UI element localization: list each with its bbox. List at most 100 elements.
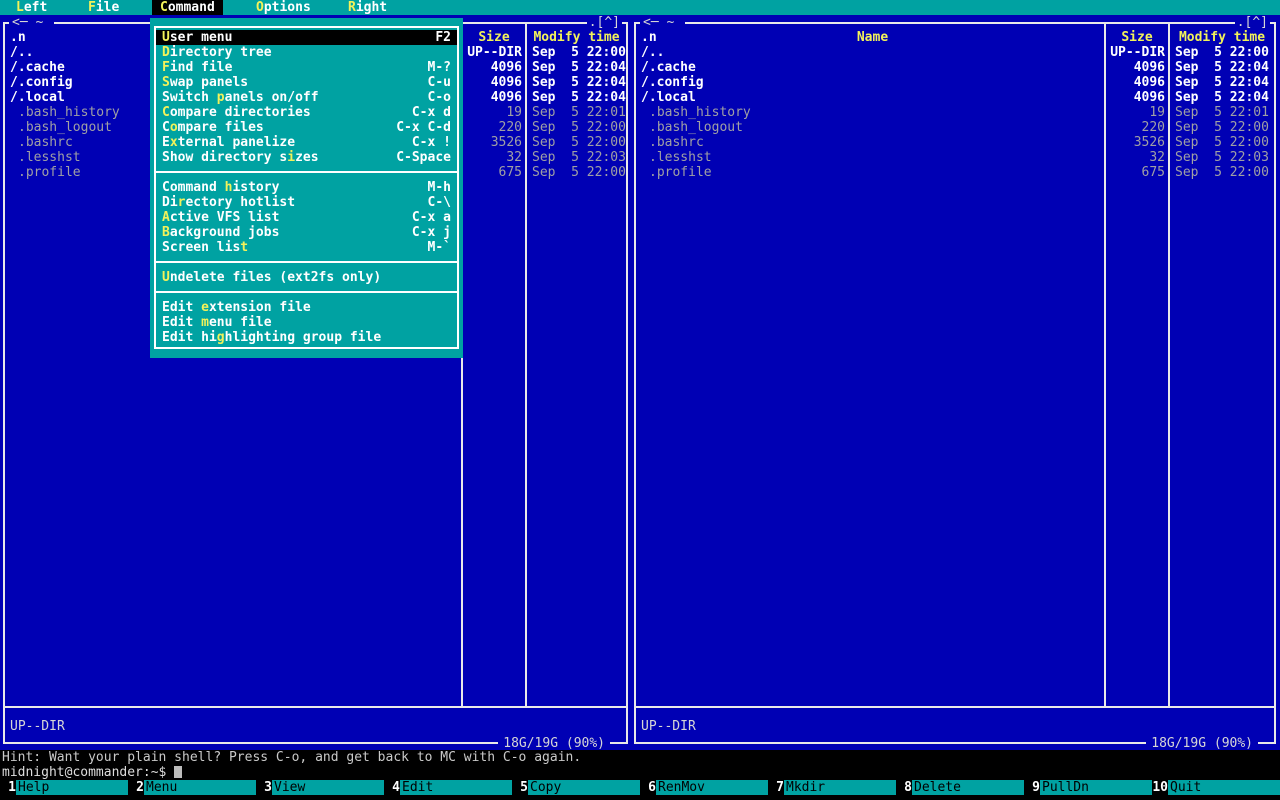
fkey-label: View xyxy=(272,780,384,795)
file-name: .bashrc xyxy=(649,135,704,150)
fkey-quit[interactable]: 10 Quit xyxy=(1152,780,1280,795)
menu-item-shortcut: C-x C-d xyxy=(396,120,451,135)
menu-bar: Left File Command Options Right xyxy=(0,0,1280,15)
hotkey-letter: m xyxy=(201,315,209,330)
file-size: 32 xyxy=(1149,150,1165,165)
shell-prompt-line[interactable]: midnight@commander:~$ xyxy=(2,765,183,780)
file-size: 675 xyxy=(1141,165,1165,180)
fkey-pulldn[interactable]: 9 PullDn xyxy=(1024,780,1152,795)
size-column-header[interactable]: Size xyxy=(1106,30,1168,45)
file-size: UP--DIR xyxy=(467,45,522,60)
hotkey-letter: F xyxy=(88,0,96,15)
menu-item-user-menu[interactable]: User menu F2 xyxy=(156,30,457,45)
fkey-number: 7 xyxy=(776,780,784,795)
menu-item-shortcut: M-? xyxy=(427,60,451,75)
fkey-number: 10 xyxy=(1152,780,1168,795)
menu-item-edit-highlighting-group-file[interactable]: Edit highlighting group file xyxy=(156,330,457,345)
file-row-bash-history[interactable]: .bash_history 19 Sep 5 22:01 xyxy=(636,105,1274,120)
menu-item-shortcut: C-Space xyxy=(396,150,451,165)
mini-status: UP--DIR xyxy=(10,719,65,734)
menu-separator xyxy=(156,285,457,300)
fkey-help[interactable]: 1 Help xyxy=(0,780,128,795)
menu-item-label: Directory tree xyxy=(162,45,272,60)
panel-path-title[interactable]: <─ ~ xyxy=(640,15,686,30)
menu-item-show-directory-sizes[interactable]: Show directory sizes C-Space xyxy=(156,150,457,165)
fkey-menu[interactable]: 2 Menu xyxy=(128,780,256,795)
function-key-bar: 1 Help 2 Menu 3 View 4 Edit 5 Copy 6 RenMov 7 Mkdir 8 D… xyxy=(0,780,1280,795)
menubar-item-options[interactable]: Options xyxy=(248,0,319,15)
menu-item-swap-panels[interactable]: Swap panels C-u xyxy=(156,75,457,90)
menu-item-external-panelize[interactable]: External panelize C-x ! xyxy=(156,135,457,150)
mini-status: UP--DIR xyxy=(641,719,696,734)
file-mtime: Sep 5 22:00 xyxy=(532,45,626,60)
menu-item-shortcut: C-o xyxy=(427,90,451,105)
name-column-header[interactable]: .n Name xyxy=(636,30,1104,45)
fkey-copy[interactable]: 5 Copy xyxy=(512,780,640,795)
file-name: /.cache xyxy=(641,60,696,75)
menu-item-edit-menu-file[interactable]: Edit menu file xyxy=(156,315,457,330)
fkey-delete[interactable]: 8 Delete xyxy=(896,780,1024,795)
fkey-label: Quit xyxy=(1168,780,1280,795)
fkey-label: PullDn xyxy=(1040,780,1152,795)
panel-up-corner-mark[interactable]: .[^] xyxy=(1234,15,1270,30)
fkey-mkdir[interactable]: 7 Mkdir xyxy=(768,780,896,795)
mtime-column-header[interactable]: Modify time xyxy=(527,30,626,45)
file-name: /.config xyxy=(641,75,704,90)
command-menu-list: User menu F2 Directory tree Find file M-? Swa… xyxy=(154,26,459,349)
file-row-local[interactable]: /.local 4096 Sep 5 22:04 xyxy=(636,90,1274,105)
menubar-item-left[interactable]: Left xyxy=(8,0,55,15)
menubar-item-right[interactable]: Right xyxy=(340,0,395,15)
menubar-item-command[interactable]: Command xyxy=(152,0,223,15)
menu-item-directory-hotlist[interactable]: Directory hotlist C-\ xyxy=(156,195,457,210)
terminal-bottom-area: Hint: Want your plain shell? Press C-o, … xyxy=(0,750,1280,800)
shell-prompt: midnight@commander:~$ xyxy=(2,765,167,780)
file-name: .lesshst xyxy=(649,150,712,165)
file-size: 220 xyxy=(1141,120,1165,135)
fkey-number: 1 xyxy=(8,780,16,795)
panel-up-corner-mark[interactable]: .[^] xyxy=(586,15,622,30)
fkey-label: RenMov xyxy=(656,780,768,795)
fkey-renmov[interactable]: 6 RenMov xyxy=(640,780,768,795)
menu-item-directory-tree[interactable]: Directory tree xyxy=(156,45,457,60)
fkey-number: 6 xyxy=(648,780,656,795)
hotkey-letter: g xyxy=(216,330,225,345)
fkey-label: Copy xyxy=(528,780,640,795)
menu-separator xyxy=(156,255,457,270)
menu-item-switch-panels-on-off[interactable]: Switch panels on/off C-o xyxy=(156,90,457,105)
menu-item-shortcut: M-h xyxy=(427,180,451,195)
menu-item-compare-files[interactable]: Compare files C-x C-d xyxy=(156,120,457,135)
file-row-[interactable]: /.. UP--DIR Sep 5 22:00 xyxy=(636,45,1274,60)
fkey-edit[interactable]: 4 Edit xyxy=(384,780,512,795)
fkey-view[interactable]: 3 View xyxy=(256,780,384,795)
fkey-label: Edit xyxy=(400,780,512,795)
file-row-profile[interactable]: .profile 675 Sep 5 22:00 xyxy=(636,165,1274,180)
file-row-lesshst[interactable]: .lesshst 32 Sep 5 22:03 xyxy=(636,150,1274,165)
menu-item-active-vfs-list[interactable]: Active VFS list C-x a xyxy=(156,210,457,225)
file-name: /.local xyxy=(641,90,696,105)
menubar-item-file[interactable]: File xyxy=(80,0,127,15)
menu-item-compare-directories[interactable]: Compare directories C-x d xyxy=(156,105,457,120)
menu-item-edit-extension-file[interactable]: Edit extension file xyxy=(156,300,457,315)
fkey-number: 9 xyxy=(1032,780,1040,795)
mtime-column-header[interactable]: Modify time xyxy=(1170,30,1274,45)
menu-item-command-history[interactable]: Command history M-h xyxy=(156,180,457,195)
hotkey-letter: t xyxy=(240,240,249,255)
menu-item-find-file[interactable]: Find file M-? xyxy=(156,60,457,75)
file-row-config[interactable]: /.config 4096 Sep 5 22:04 xyxy=(636,75,1274,90)
size-column-header[interactable]: Size xyxy=(463,30,525,45)
menu-item-label: Find file xyxy=(162,60,233,75)
file-size: 4096 xyxy=(1133,60,1165,75)
file-row-bashrc[interactable]: .bashrc 3526 Sep 5 22:00 xyxy=(636,135,1274,150)
file-mtime: Sep 5 22:04 xyxy=(532,75,626,90)
panel-path-title[interactable]: <─ ~ xyxy=(9,15,55,30)
file-name: .profile xyxy=(649,165,712,180)
sort-indicator: .n xyxy=(641,30,657,45)
file-name: .bash_history xyxy=(649,105,751,120)
menu-item-screen-list[interactable]: Screen list M-` xyxy=(156,240,457,255)
file-row-bash-logout[interactable]: .bash_logout 220 Sep 5 22:00 xyxy=(636,120,1274,135)
menu-item-background-jobs[interactable]: Background jobs C-x j xyxy=(156,225,457,240)
menu-item-label: Active VFS list xyxy=(162,210,280,225)
menu-item-undelete-files-ext2fs-only[interactable]: Undelete files (ext2fs only) xyxy=(156,270,457,285)
file-row-cache[interactable]: /.cache 4096 Sep 5 22:04 xyxy=(636,60,1274,75)
file-mtime: Sep 5 22:00 xyxy=(532,135,626,150)
